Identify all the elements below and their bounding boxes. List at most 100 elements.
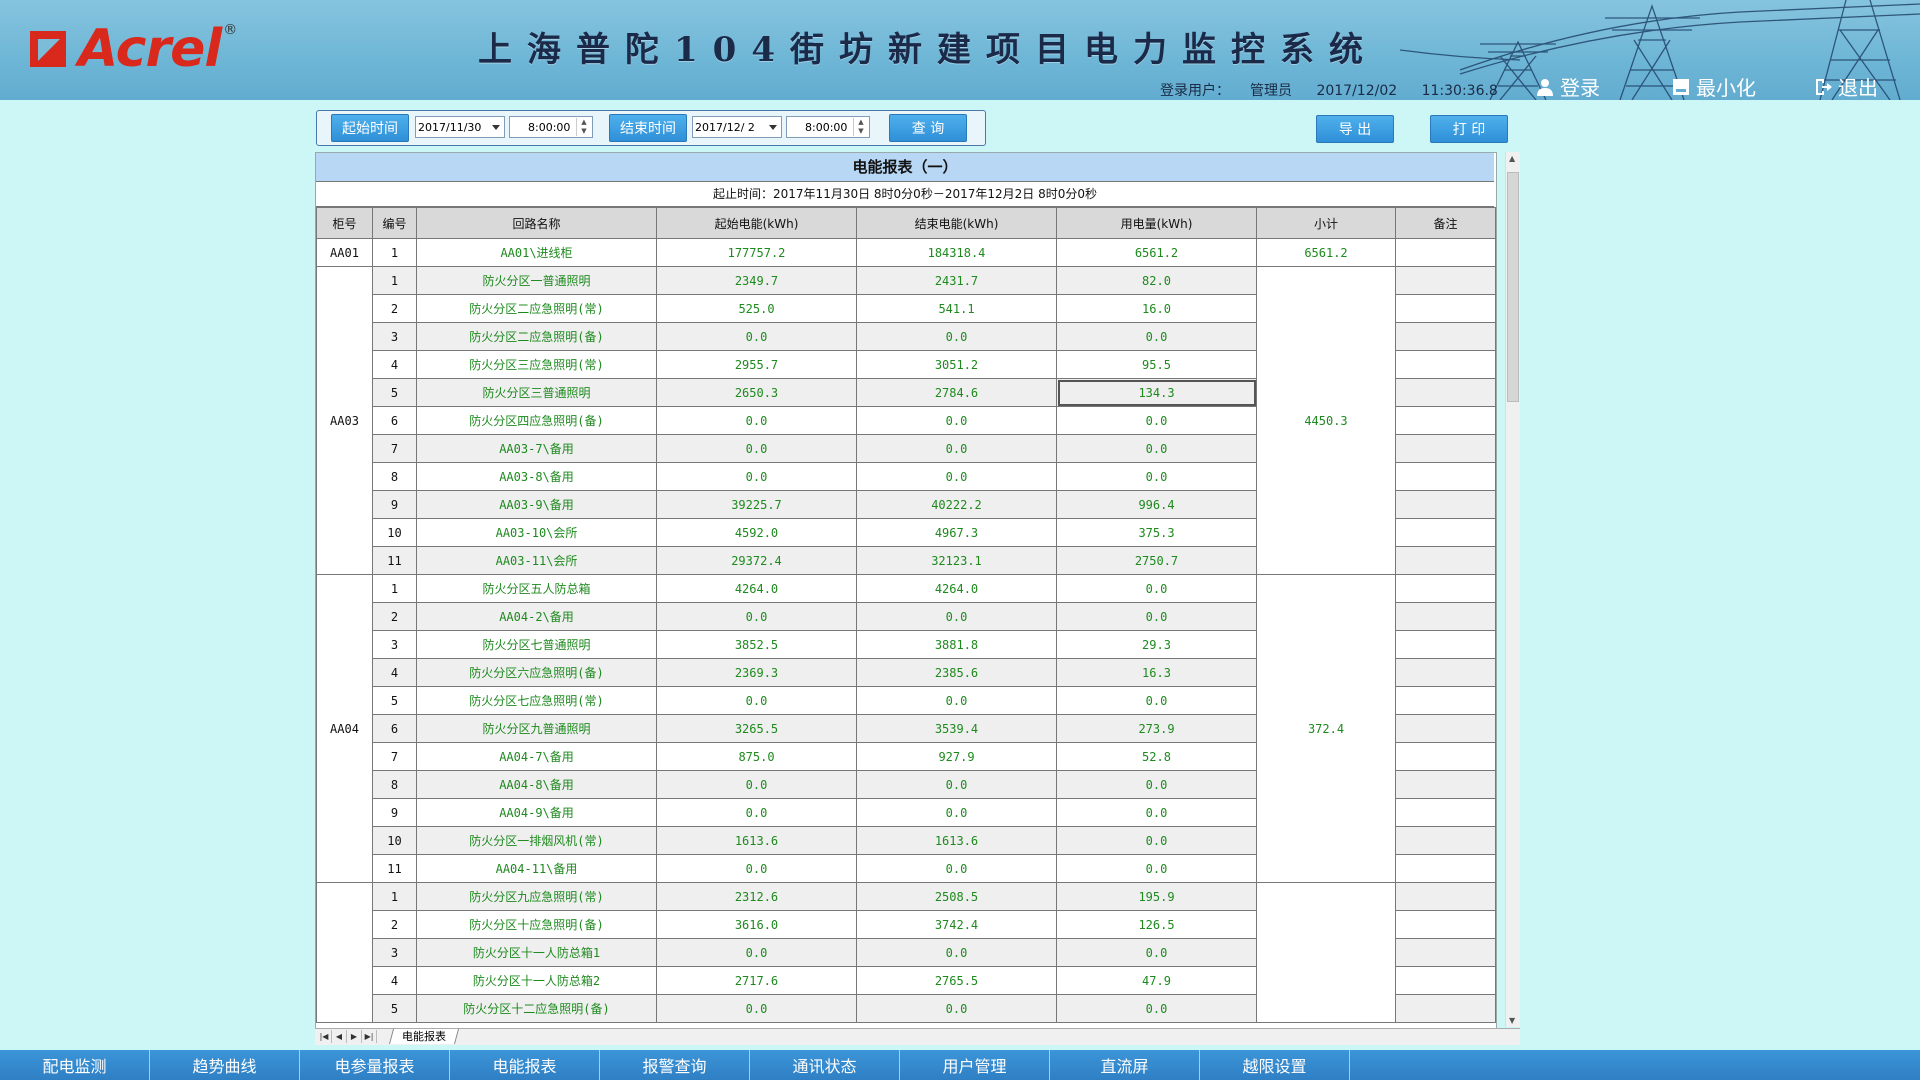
- end-date-picker[interactable]: 2017/12/ 2: [692, 116, 782, 138]
- login-button[interactable]: 登录: [1536, 72, 1600, 100]
- start-time-stepper[interactable]: 8:00:00 ▲ ▼: [509, 116, 593, 138]
- index-cell[interactable]: 3: [372, 630, 417, 659]
- index-cell[interactable]: 2: [372, 294, 417, 323]
- end-energy-cell[interactable]: 3881.8: [856, 630, 1057, 659]
- start-energy-cell[interactable]: 0.0: [656, 602, 857, 631]
- subtotal-cell[interactable]: [1256, 882, 1396, 1023]
- end-energy-cell[interactable]: 2431.7: [856, 266, 1057, 295]
- consumption-cell[interactable]: 0.0: [1056, 602, 1257, 631]
- circuit-name-cell[interactable]: 防火分区四应急照明(备): [416, 406, 657, 435]
- spin-down-icon[interactable]: ▼: [577, 127, 591, 136]
- index-cell[interactable]: 8: [372, 770, 417, 799]
- start-energy-cell[interactable]: 2955.7: [656, 350, 857, 379]
- end-energy-cell[interactable]: 184318.4: [856, 238, 1057, 267]
- start-energy-cell[interactable]: 0.0: [656, 994, 857, 1023]
- index-cell[interactable]: 5: [372, 378, 417, 407]
- prev-sheet-icon[interactable]: ◀: [332, 1030, 347, 1043]
- consumption-cell[interactable]: 16.0: [1056, 294, 1257, 323]
- circuit-name-cell[interactable]: 防火分区二应急照明(常): [416, 294, 657, 323]
- start-energy-cell[interactable]: 875.0: [656, 742, 857, 771]
- start-energy-cell[interactable]: 0.0: [656, 322, 857, 351]
- index-cell[interactable]: 6: [372, 714, 417, 743]
- remark-cell[interactable]: [1395, 238, 1496, 267]
- start-energy-cell[interactable]: 0.0: [656, 462, 857, 491]
- remark-cell[interactable]: [1395, 630, 1496, 659]
- index-cell[interactable]: 7: [372, 742, 417, 771]
- index-cell[interactable]: 6: [372, 406, 417, 435]
- remark-cell[interactable]: [1395, 686, 1496, 715]
- index-cell[interactable]: 11: [372, 546, 417, 575]
- start-time-spin[interactable]: ▲ ▼: [576, 118, 591, 136]
- circuit-name-cell[interactable]: AA03-10\会所: [416, 518, 657, 547]
- remark-cell[interactable]: [1395, 938, 1496, 967]
- chevron-down-icon[interactable]: [492, 125, 500, 130]
- end-energy-cell[interactable]: 0.0: [856, 994, 1057, 1023]
- remark-cell[interactable]: [1395, 266, 1496, 295]
- index-cell[interactable]: 4: [372, 350, 417, 379]
- end-time-stepper[interactable]: 8:00:00 ▲ ▼: [786, 116, 870, 138]
- export-button[interactable]: 导 出: [1316, 115, 1394, 143]
- end-time-spin[interactable]: ▲ ▼: [853, 118, 868, 136]
- start-energy-cell[interactable]: 3265.5: [656, 714, 857, 743]
- start-energy-cell[interactable]: 0.0: [656, 854, 857, 883]
- spin-up-icon[interactable]: ▲: [854, 118, 868, 127]
- spin-down-icon[interactable]: ▼: [854, 127, 868, 136]
- remark-cell[interactable]: [1395, 546, 1496, 575]
- circuit-name-cell[interactable]: AA04-2\备用: [416, 602, 657, 631]
- consumption-cell[interactable]: 273.9: [1056, 714, 1257, 743]
- start-energy-cell[interactable]: 2349.7: [656, 266, 857, 295]
- circuit-name-cell[interactable]: 防火分区五人防总箱: [416, 574, 657, 603]
- circuit-name-cell[interactable]: AA03-9\备用: [416, 490, 657, 519]
- index-cell[interactable]: 9: [372, 798, 417, 827]
- consumption-cell[interactable]: 126.5: [1056, 910, 1257, 939]
- cabinet-cell[interactable]: AA03: [316, 266, 373, 575]
- circuit-name-cell[interactable]: 防火分区九应急照明(常): [416, 882, 657, 911]
- remark-cell[interactable]: [1395, 742, 1496, 771]
- nav-item[interactable]: 电参量报表: [300, 1050, 450, 1080]
- index-cell[interactable]: 4: [372, 966, 417, 995]
- start-energy-cell[interactable]: 2650.3: [656, 378, 857, 407]
- scroll-down-icon[interactable]: ▼: [1509, 1016, 1515, 1025]
- index-cell[interactable]: 5: [372, 686, 417, 715]
- end-energy-cell[interactable]: 2765.5: [856, 966, 1057, 995]
- end-energy-cell[interactable]: 4264.0: [856, 574, 1057, 603]
- circuit-name-cell[interactable]: 防火分区一普通照明: [416, 266, 657, 295]
- end-energy-cell[interactable]: 0.0: [856, 602, 1057, 631]
- start-date-picker[interactable]: 2017/11/30: [415, 116, 505, 138]
- start-energy-cell[interactable]: 29372.4: [656, 546, 857, 575]
- cabinet-cell[interactable]: AA01: [316, 238, 373, 267]
- remark-cell[interactable]: [1395, 322, 1496, 351]
- circuit-name-cell[interactable]: AA04-9\备用: [416, 798, 657, 827]
- remark-cell[interactable]: [1395, 462, 1496, 491]
- last-sheet-icon[interactable]: ▶|: [362, 1030, 377, 1043]
- consumption-cell[interactable]: 0.0: [1056, 854, 1257, 883]
- end-energy-cell[interactable]: 0.0: [856, 406, 1057, 435]
- end-energy-cell[interactable]: 541.1: [856, 294, 1057, 323]
- sheet-tab-energy-report[interactable]: 电能报表: [388, 1029, 460, 1044]
- index-cell[interactable]: 1: [372, 882, 417, 911]
- start-energy-cell[interactable]: 525.0: [656, 294, 857, 323]
- index-cell[interactable]: 1: [372, 266, 417, 295]
- print-button[interactable]: 打 印: [1430, 115, 1508, 143]
- end-energy-cell[interactable]: 4967.3: [856, 518, 1057, 547]
- end-energy-cell[interactable]: 0.0: [856, 854, 1057, 883]
- consumption-cell[interactable]: 95.5: [1056, 350, 1257, 379]
- index-cell[interactable]: 11: [372, 854, 417, 883]
- nav-item[interactable]: 越限设置: [1200, 1050, 1350, 1080]
- circuit-name-cell[interactable]: AA04-7\备用: [416, 742, 657, 771]
- end-energy-cell[interactable]: 0.0: [856, 434, 1057, 463]
- subtotal-cell[interactable]: 372.4: [1256, 574, 1396, 883]
- circuit-name-cell[interactable]: 防火分区二应急照明(备): [416, 322, 657, 351]
- nav-item[interactable]: 配电监测: [0, 1050, 150, 1080]
- start-energy-cell[interactable]: 4592.0: [656, 518, 857, 547]
- circuit-name-cell[interactable]: AA04-8\备用: [416, 770, 657, 799]
- spin-up-icon[interactable]: ▲: [577, 118, 591, 127]
- remark-cell[interactable]: [1395, 602, 1496, 631]
- circuit-name-cell[interactable]: 防火分区三应急照明(常): [416, 350, 657, 379]
- consumption-cell[interactable]: 52.8: [1056, 742, 1257, 771]
- remark-cell[interactable]: [1395, 574, 1496, 603]
- remark-cell[interactable]: [1395, 406, 1496, 435]
- start-energy-cell[interactable]: 2369.3: [656, 658, 857, 687]
- scrollbar-thumb[interactable]: [1507, 172, 1519, 402]
- start-energy-cell[interactable]: 0.0: [656, 406, 857, 435]
